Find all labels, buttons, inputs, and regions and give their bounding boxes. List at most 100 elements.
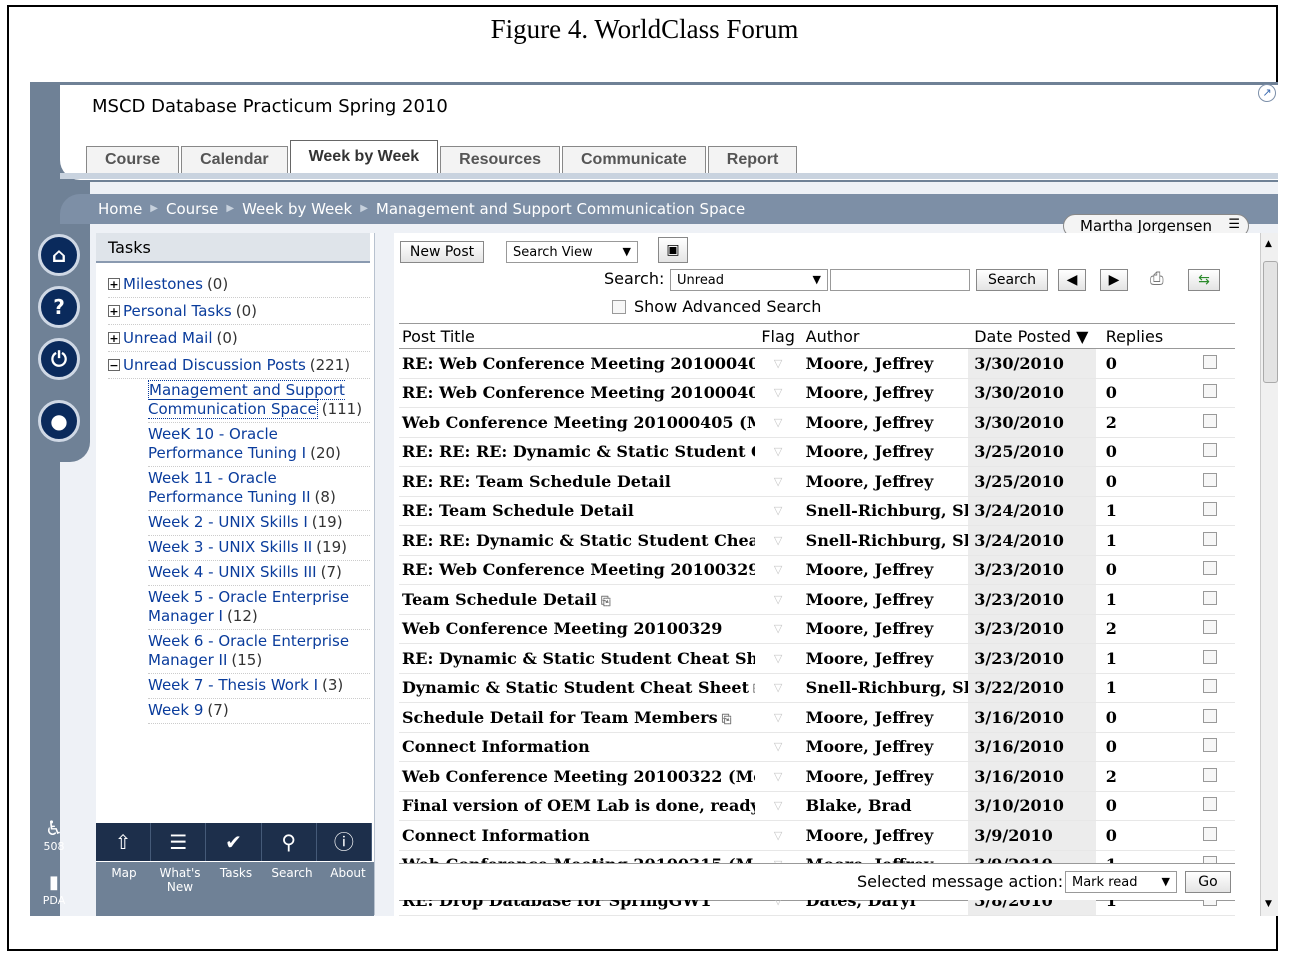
post-title-cell[interactable]: RE: RE: Dynamic & Static Student Cheat <box>399 531 755 550</box>
row-checkbox[interactable] <box>1202 826 1217 841</box>
post-title-cell[interactable]: RE: Web Conference Meeting 201000405 <box>399 383 755 402</box>
tab-report[interactable]: Report <box>707 146 798 173</box>
table-row[interactable]: RE: Dynamic & Static Student Cheat She ▽ M… <box>399 644 1235 674</box>
post-title[interactable]: RE: Team Schedule Detail <box>402 501 634 520</box>
post-title[interactable]: Schedule Detail for Team Members <box>402 708 718 727</box>
home-icon[interactable]: ⌂ <box>38 234 80 276</box>
post-title[interactable]: Team Schedule Detail <box>402 590 597 609</box>
flag-icon[interactable]: ▽ <box>755 900 802 907</box>
compose-icon[interactable]: ▣ <box>658 237 688 263</box>
post-title-cell[interactable]: Team Schedule Detail ⎘ <box>399 590 755 609</box>
forum-link[interactable]: Week 4 - UNIX Skills III <box>148 563 317 581</box>
column-post-title[interactable]: Post Title <box>399 324 755 348</box>
table-row[interactable]: Team Schedule Detail ⎘ ▽ Moore, Jeffrey 3/2… <box>399 585 1235 615</box>
row-checkbox[interactable] <box>1202 561 1217 576</box>
table-row[interactable]: Schedule Detail for Team Members ⎘ ▽ Moore… <box>399 703 1235 733</box>
column-replies[interactable]: Replies <box>1096 324 1184 348</box>
row-checkbox[interactable] <box>1202 649 1217 664</box>
previous-page-icon[interactable]: ◀ <box>1058 269 1086 291</box>
flag-icon[interactable]: ▽ <box>755 681 802 694</box>
post-title[interactable]: RE: RE: RE: Dynamic & Static Student Ch <box>402 442 755 461</box>
post-title[interactable]: Final version of OEM Lab is done, ready … <box>402 796 755 815</box>
flag-icon[interactable]: ▽ <box>755 357 802 370</box>
accessibility-icon[interactable]: ♿ <box>34 816 74 840</box>
search-input[interactable] <box>830 269 970 291</box>
flag-icon[interactable]: ▽ <box>755 829 802 842</box>
discussion-forum-item[interactable]: Week 5 - Oracle Enterprise Manager I (12) <box>148 586 370 630</box>
expand-icon[interactable]: + <box>108 332 120 344</box>
scroll-up-icon[interactable]: ▲ <box>1265 239 1272 249</box>
post-title-cell[interactable]: RE: Team Schedule Detail <box>399 501 755 520</box>
flag-icon[interactable]: ▽ <box>755 593 802 606</box>
flag-icon[interactable]: ▽ <box>755 770 802 783</box>
table-row[interactable]: Dynamic & Static Student Cheat Sheet ⎘▽S… <box>399 673 1235 703</box>
forum-link[interactable]: Week 3 - UNIX Skills II <box>148 538 312 556</box>
flag-icon[interactable]: ▽ <box>755 622 802 635</box>
discussion-forum-item[interactable]: WeeK 10 - Oracle Performance Tuning I (20… <box>148 423 370 467</box>
row-checkbox[interactable] <box>1202 531 1217 546</box>
breadcrumb-item[interactable]: Management and Support Communication Spa… <box>376 200 745 218</box>
new-post-button[interactable]: New Post <box>400 241 484 263</box>
go-button[interactable]: Go <box>1185 871 1231 893</box>
about-icon[interactable]: ⓘ <box>317 823 373 861</box>
discussion-forum-item[interactable]: Week 6 - Oracle Enterprise Manager II (15… <box>148 630 370 674</box>
table-row[interactable]: RE: RE: Team Schedule Detail ▽ Moore, Jeff… <box>399 467 1235 497</box>
post-title-cell[interactable]: RE: RE: RE: Dynamic & Static Student Ch <box>399 442 755 461</box>
task-item[interactable]: + Personal Tasks (0) <box>108 298 370 325</box>
row-checkbox[interactable] <box>1202 708 1217 723</box>
flag-icon[interactable]: ▽ <box>755 740 802 753</box>
post-title-cell[interactable]: Web Conference Meeting 20100329 <box>399 619 755 638</box>
post-title-cell[interactable]: Connect Information <box>399 737 755 756</box>
table-row[interactable]: RE: Web Conference Meeting 201000405 ▽ Moo… <box>399 378 1235 408</box>
tab-communicate[interactable]: Communicate <box>562 146 706 173</box>
row-checkbox[interactable] <box>1202 590 1217 605</box>
table-row[interactable]: Final version of OEM Lab is done, ready … <box>399 791 1235 821</box>
tasks-icon[interactable]: ✔ <box>206 823 262 861</box>
flag-icon[interactable]: ▽ <box>755 445 802 458</box>
table-row[interactable]: Web Conference Meeting 20100329 ▽ Moore, J… <box>399 614 1235 644</box>
flag-icon[interactable]: ▽ <box>755 386 802 399</box>
task-item[interactable]: + Unread Mail (0) <box>108 325 370 352</box>
flag-icon[interactable]: ▽ <box>755 534 802 547</box>
post-title[interactable]: Web Conference Meeting 20100329 <box>402 619 722 638</box>
whats-new-icon[interactable]: ☰ <box>151 823 207 861</box>
post-title-cell[interactable]: RE: Dynamic & Static Student Cheat She <box>399 649 755 668</box>
row-checkbox[interactable] <box>1202 797 1217 812</box>
table-row[interactable]: Connect Information ▽ Moore, Jeffrey 3/9/20… <box>399 821 1235 851</box>
row-checkbox[interactable] <box>1202 679 1217 694</box>
popout-icon[interactable]: ↗ <box>1258 84 1276 102</box>
discussion-forum-item[interactable]: Week 9 (7) <box>148 699 370 724</box>
row-checkbox[interactable] <box>1202 413 1217 428</box>
power-icon[interactable]: ⏻ <box>38 338 80 380</box>
row-checkbox[interactable] <box>1202 767 1217 782</box>
tab-week-by-week[interactable]: Week by Week <box>289 140 439 173</box>
print-icon[interactable]: ⎙ <box>1150 269 1164 289</box>
refresh-icon[interactable]: ⇆ <box>1188 269 1220 291</box>
table-row-partial[interactable]: RE: Drop Database for SpringGW1 ▽ Dates,… <box>399 900 1235 916</box>
post-title[interactable]: RE: Web Conference Meeting 20100329 <box>402 560 755 579</box>
discussion-forum-item[interactable]: Week 7 - Thesis Work I (3) <box>148 674 370 699</box>
discussion-forum-item[interactable]: Week 3 - UNIX Skills II (19) <box>148 536 370 561</box>
breadcrumb-item[interactable]: Week by Week <box>242 200 352 218</box>
table-row[interactable]: Connect Information ▽ Moore, Jeffrey 3/16/2… <box>399 732 1235 762</box>
expand-icon[interactable]: + <box>108 305 120 317</box>
row-checkbox[interactable] <box>1202 502 1217 517</box>
discussion-forum-item[interactable]: Management and Support Communication Spa… <box>148 379 370 423</box>
breadcrumb-item[interactable]: Home <box>98 200 142 218</box>
flag-icon[interactable]: ▽ <box>755 652 802 665</box>
flag-icon[interactable]: ▽ <box>755 416 802 429</box>
task-label[interactable]: Unread Mail <box>123 329 213 347</box>
post-title-cell[interactable]: RE: RE: Team Schedule Detail <box>399 472 755 491</box>
flag-icon[interactable]: ▽ <box>755 504 802 517</box>
post-title[interactable]: RE: RE: Team Schedule Detail <box>402 472 671 491</box>
row-checkbox[interactable] <box>1202 738 1217 753</box>
post-title-cell[interactable]: Schedule Detail for Team Members ⎘ <box>399 708 755 727</box>
task-item[interactable]: + Milestones (0) <box>108 271 370 298</box>
tab-resources[interactable]: Resources <box>440 146 560 173</box>
help-icon[interactable]: ? <box>38 286 80 328</box>
task-label[interactable]: Milestones <box>123 275 203 293</box>
post-title-cell[interactable]: Web Conference Meeting 201000405 (Mo <box>399 413 755 432</box>
task-item[interactable]: − Unread Discussion Posts (221) <box>108 352 370 379</box>
column-flag[interactable]: Flag <box>755 324 802 348</box>
post-title-cell[interactable]: RE: Web Conference Meeting 201000405 <box>399 354 755 373</box>
